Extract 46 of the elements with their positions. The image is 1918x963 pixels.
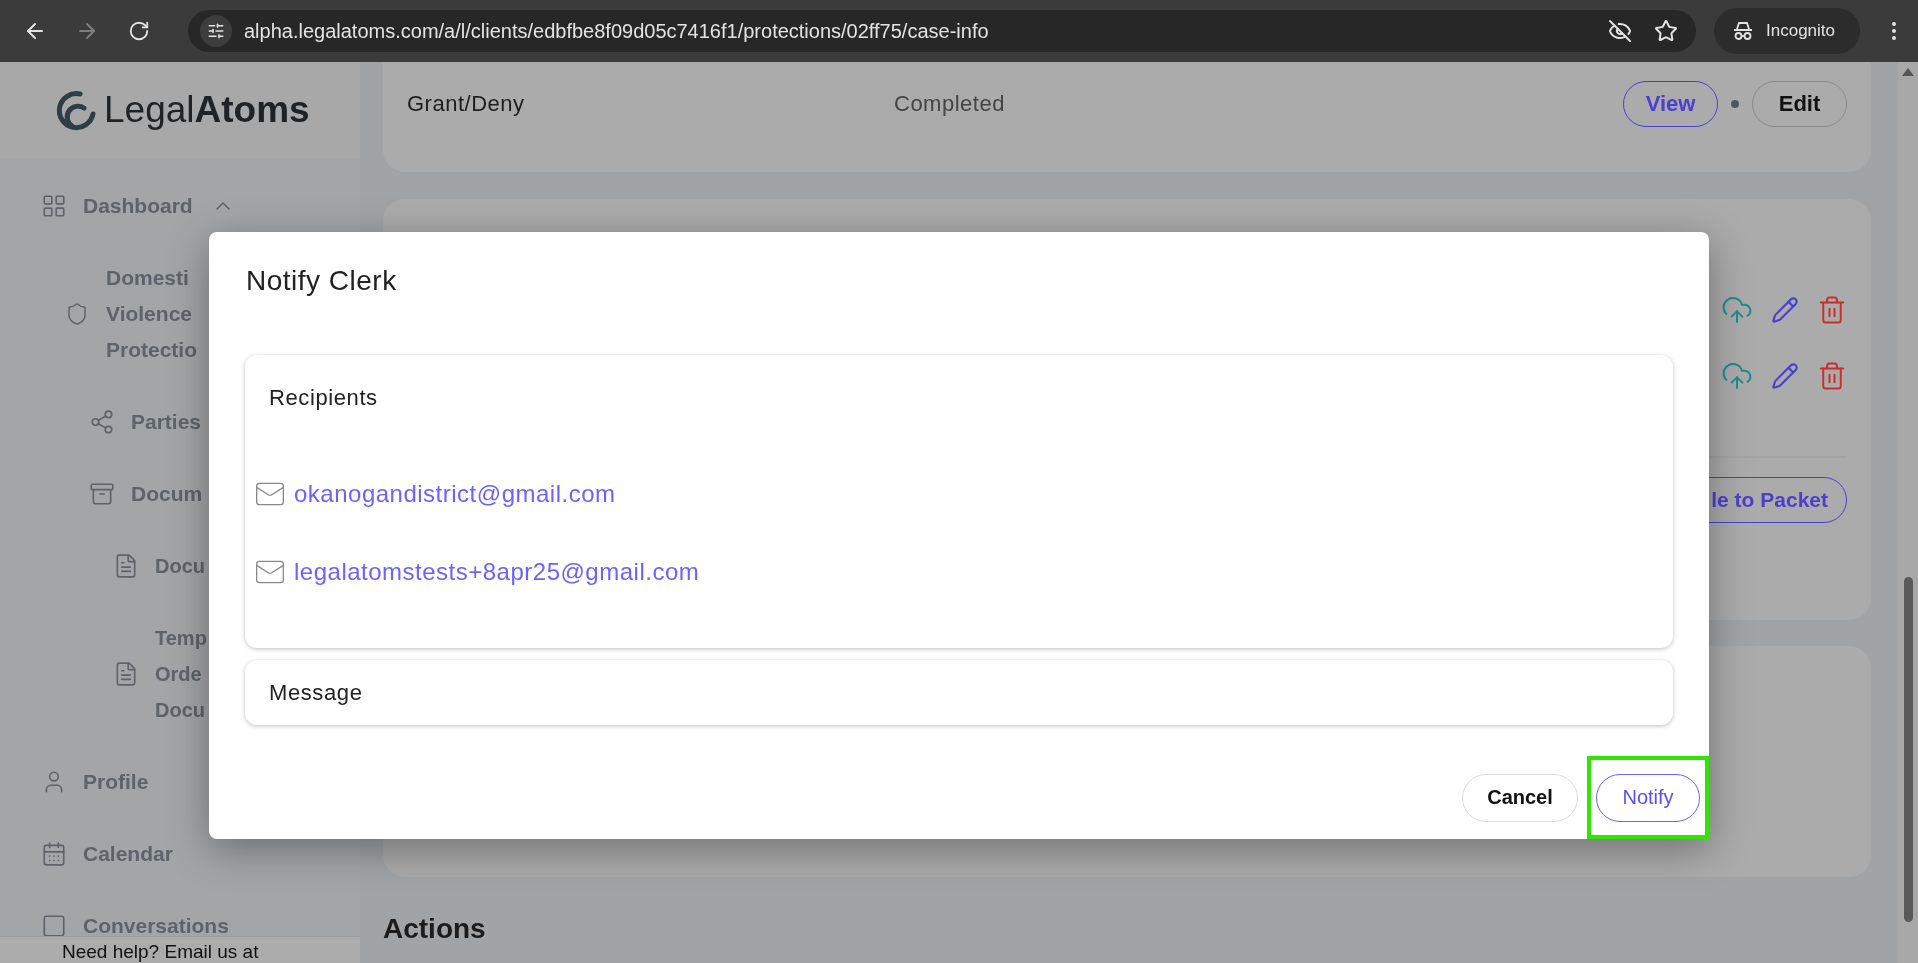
incognito-icon [1732,21,1754,41]
logo-text: LegalAtoms [104,89,310,131]
sidebar-item[interactable]: Dashboard [83,188,193,224]
trash-icon[interactable] [1817,295,1847,325]
reload-icon[interactable] [128,20,150,42]
pencil-icon[interactable] [1771,296,1799,324]
help-text: Need help? Email us at [62,940,259,963]
eye-off-icon[interactable] [1608,19,1632,43]
recipient-email[interactable]: legalatomstests+8apr25@gmail.com [294,558,700,586]
recipients-label: Recipients [269,385,379,411]
message-panel[interactable]: Message [245,660,1673,725]
bookmark-star-icon[interactable] [1654,19,1678,43]
sidebar-item[interactable]: Conversations [83,908,229,936]
sidebar-item[interactable]: Calendar [83,836,173,872]
recipient-email[interactable]: okanogandistrict@gmail.com [294,480,616,508]
cloud-upload-icon[interactable] [1721,360,1753,392]
dialog-title: Notify Clerk [246,264,398,298]
grid-icon [41,193,67,219]
profile-button[interactable]: Incognito [1714,8,1860,54]
task-name: Grant/Deny [407,91,526,117]
logo-icon [54,88,98,132]
message-label: Message [269,679,363,706]
dialog-button[interactable]: Notify [1596,773,1700,822]
sidebar-item[interactable]: Docu [155,548,205,584]
share-icon [89,409,115,435]
scrollbar[interactable] [1898,62,1918,963]
calendar-icon [41,841,67,867]
shield-icon [65,302,89,326]
site-settings-icon[interactable] [200,15,232,47]
sidebar-item[interactable]: Parties [131,404,202,440]
dialog-button[interactable]: Cancel [1462,773,1578,822]
trash-icon[interactable] [1817,361,1847,391]
scroll-thumb[interactable] [1903,577,1913,922]
cloud-upload-icon[interactable] [1721,294,1753,326]
task-status: Completed [894,91,1006,117]
sidebar-item[interactable]: Temp Orde Docu [155,620,207,728]
sidebar-item[interactable]: Profile [83,764,149,800]
separator-dot [1731,100,1739,108]
sidebar-item[interactable]: Domesti Violence Protectio [106,260,197,368]
pencil-icon[interactable] [1771,362,1799,390]
archive-box-icon [89,481,115,507]
sidebar-item[interactable]: Docum [131,476,203,512]
section-heading: Actions [383,912,487,946]
url-text: alpha.legalatoms.com/a/l/clients/edbfbe8f09d05c7416f1/protections/02ff75/case-info [244,19,990,43]
address-bar[interactable]: alpha.legalatoms.com/a/l/clients/edbfbe8f09d05c7416f1/protections/02ff75/case-info [188,10,1696,52]
scroll-up-icon[interactable] [1902,68,1914,76]
